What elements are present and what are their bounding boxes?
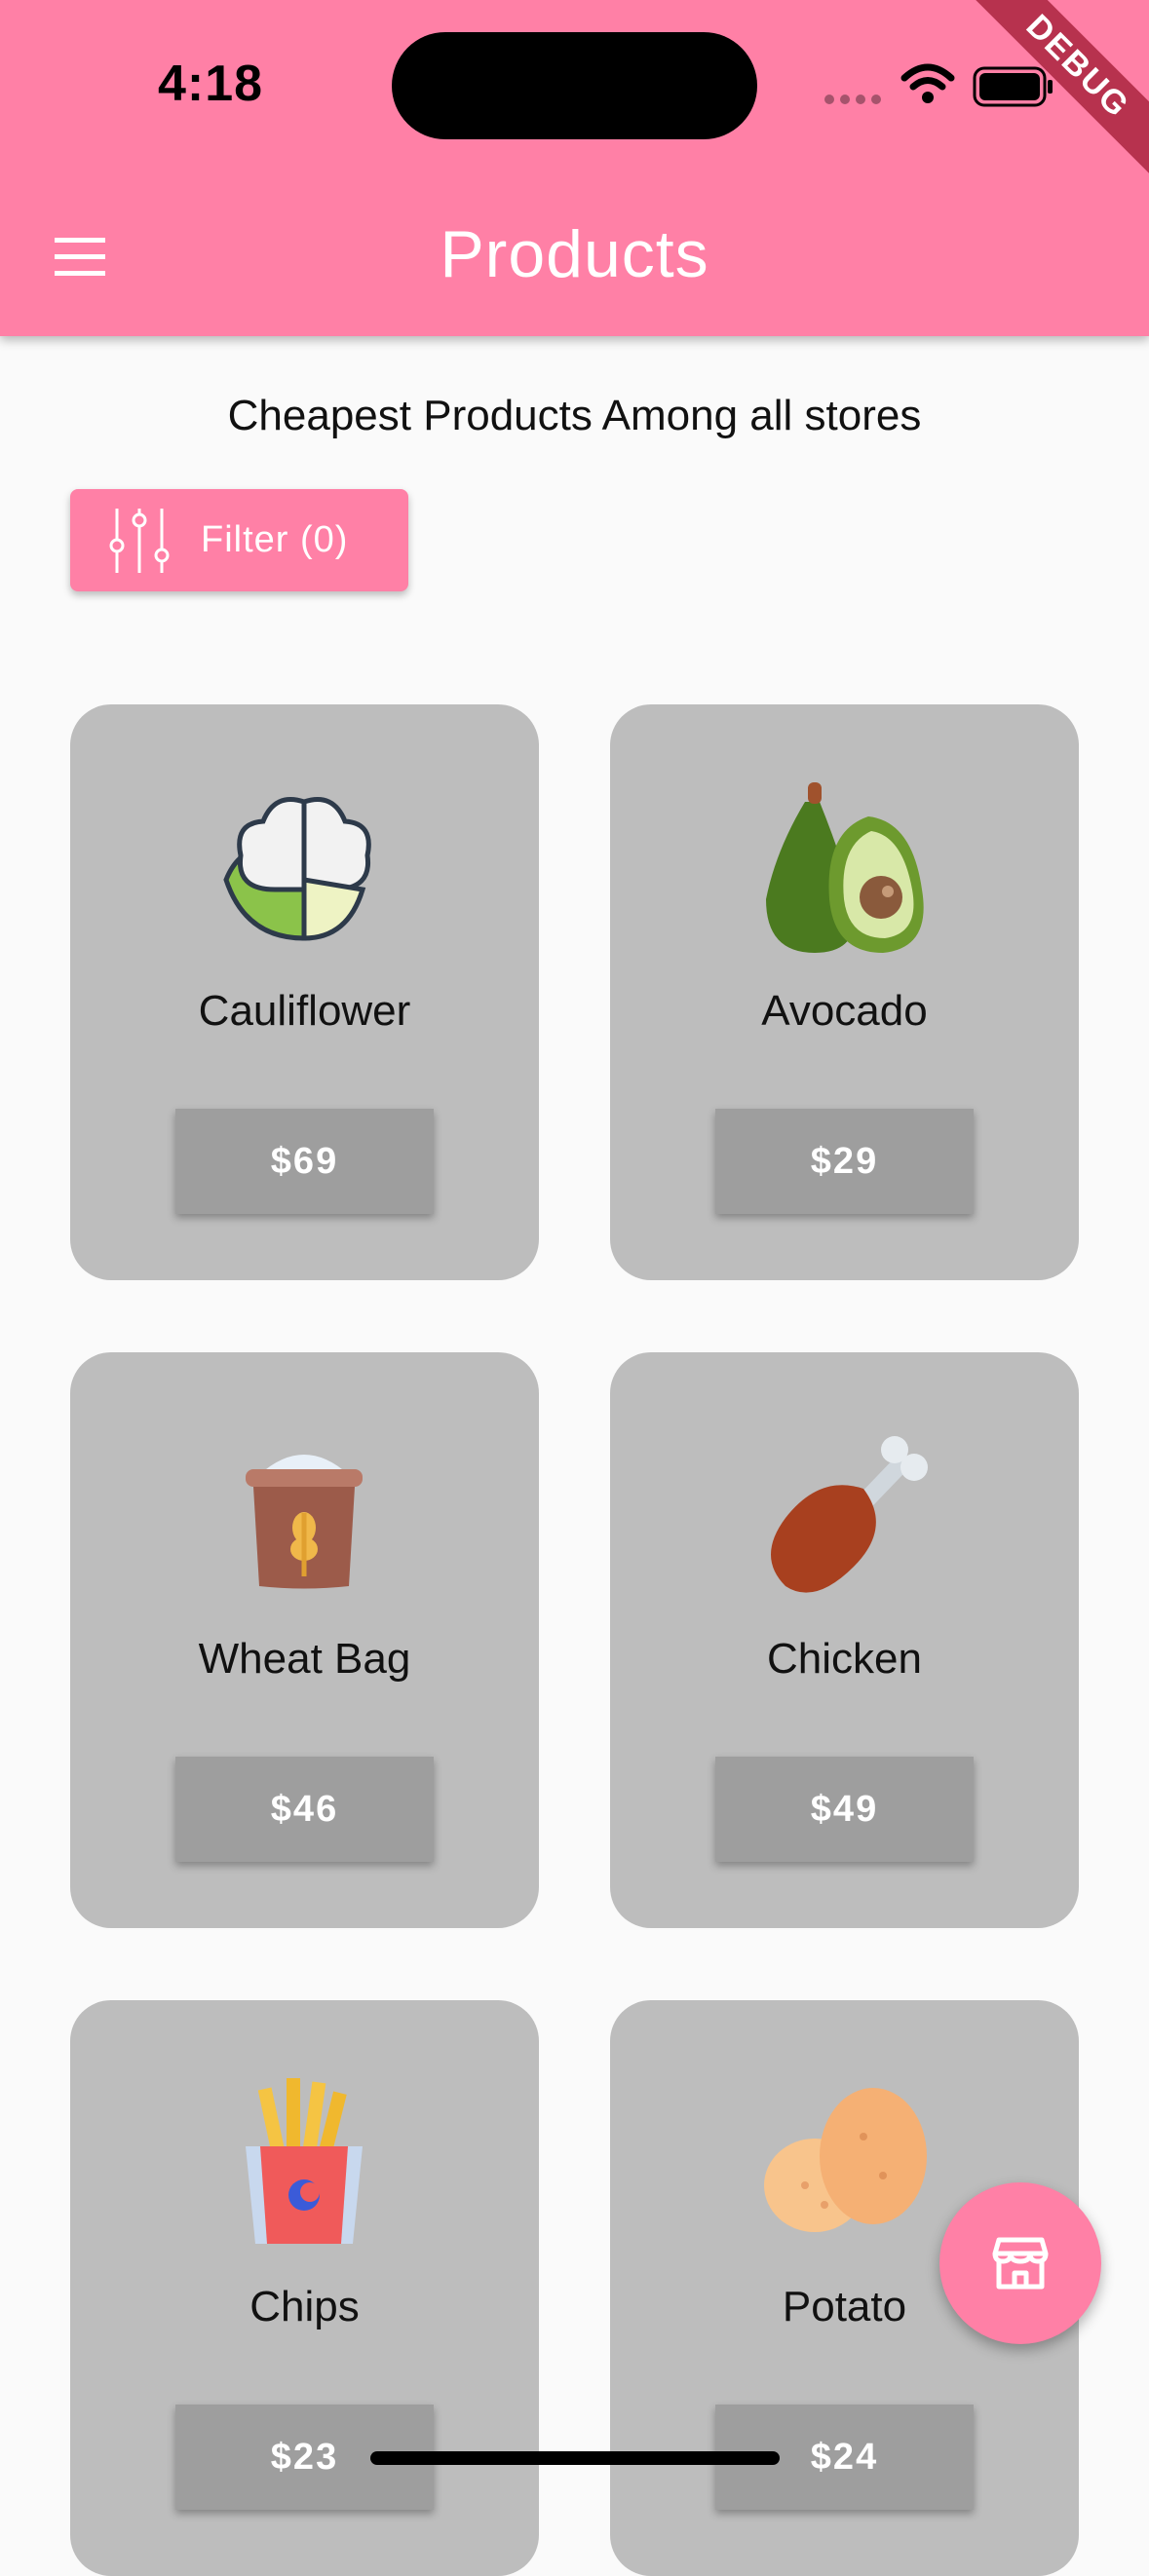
filter-button[interactable]: Filter (0) [70, 489, 408, 591]
cellular-signal-icon [824, 92, 887, 109]
product-card-chips[interactable]: Chips $23 [70, 2000, 539, 2576]
price-button[interactable]: $46 [175, 1757, 434, 1862]
price-button[interactable]: $29 [715, 1109, 974, 1214]
product-name: Chips [249, 2283, 360, 2330]
battery-icon [973, 66, 1053, 107]
product-name: Avocado [761, 987, 928, 1035]
sliders-icon [109, 508, 170, 573]
store-fab-button[interactable] [939, 2182, 1101, 2344]
product-card-chicken[interactable]: Chicken $49 [610, 1352, 1079, 1928]
fries-icon [246, 2078, 363, 2244]
page-subtitle: Cheapest Products Among all stores [227, 392, 922, 439]
dynamic-island [392, 32, 757, 139]
store-icon [992, 2237, 1049, 2290]
filter-label: Filter (0) [201, 519, 349, 560]
home-indicator[interactable] [370, 2451, 780, 2465]
avocado-icon [766, 782, 924, 953]
product-card-wheat-bag[interactable]: Wheat Bag $46 [70, 1352, 539, 1928]
price-button[interactable]: $69 [175, 1109, 434, 1214]
status-time: 4:18 [158, 56, 264, 112]
wifi-icon [900, 63, 955, 103]
potato-icon [764, 2088, 927, 2232]
chicken-leg-icon [771, 1436, 928, 1593]
page-title: Products [440, 217, 709, 291]
product-name: Chicken [767, 1635, 922, 1683]
wheat-bag-icon [246, 1455, 363, 1589]
price-button[interactable]: $49 [715, 1757, 974, 1862]
product-card-avocado[interactable]: Avocado $29 [610, 704, 1079, 1280]
product-name: Wheat Bag [198, 1635, 411, 1683]
product-card-cauliflower[interactable]: Cauliflower $69 [70, 704, 539, 1280]
app-bar: 4:18 DEBUG Products [0, 0, 1149, 336]
cauliflower-icon [223, 797, 371, 941]
product-name: Cauliflower [198, 987, 411, 1035]
